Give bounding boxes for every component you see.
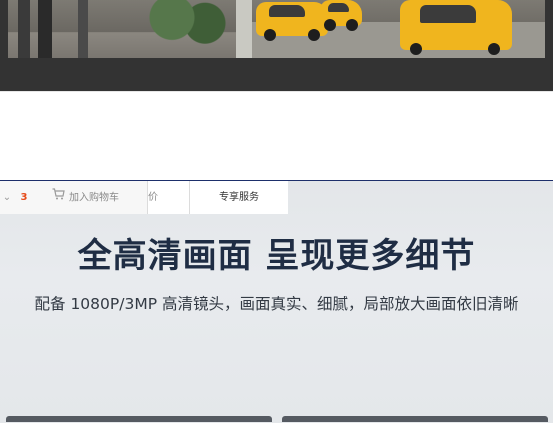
top-image-band	[0, 0, 553, 91]
tab-marker[interactable]: 3	[14, 181, 34, 214]
chevron-down-icon[interactable]: ⌄	[0, 181, 14, 214]
tab-price[interactable]: 价	[148, 181, 190, 214]
add-to-cart-button[interactable]: 加入购物车	[34, 181, 148, 214]
taxi-graphic	[400, 0, 512, 55]
product-thumbnail[interactable]	[282, 416, 548, 422]
taxi-graphic	[320, 0, 362, 31]
pole-graphic	[236, 0, 252, 58]
street-photo	[8, 0, 545, 58]
add-to-cart-label: 加入购物车	[69, 192, 119, 204]
floating-tab-bar: ⌄ 3 加入购物车 价 专享服务	[0, 181, 288, 214]
feature-description: 配备 1080P/3MP 高清镜头，画面真实、细腻，局部放大画面依旧清晰	[34, 295, 519, 313]
content-spacer	[0, 91, 553, 181]
tab-exclusive-service[interactable]: 专享服务	[190, 181, 288, 214]
feature-headline: 全高清画面 呈现更多细节	[77, 236, 476, 276]
tree-graphic	[128, 0, 238, 58]
cart-icon	[52, 181, 65, 214]
product-thumbnail[interactable]	[6, 416, 272, 422]
taxi-graphic	[256, 2, 328, 41]
pedestrians-graphic	[18, 0, 138, 58]
